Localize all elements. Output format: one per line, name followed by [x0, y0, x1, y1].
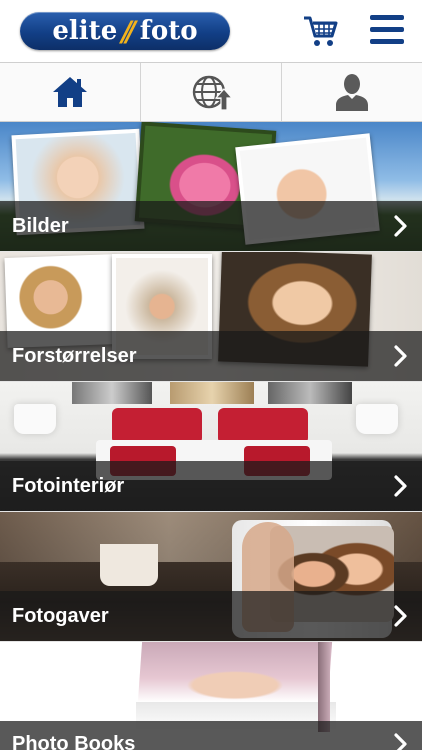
chevron-right-icon	[394, 733, 407, 750]
category-fotogaver[interactable]: Fotogaver	[0, 512, 422, 642]
tab-bar	[0, 62, 422, 122]
category-list: Bilder Forstørrelser Fotointeriør Fotoga…	[0, 122, 422, 750]
category-bar: Fotointeriør	[0, 461, 422, 511]
category-bilder[interactable]: Bilder	[0, 122, 422, 252]
category-photo-books[interactable]: Photo Books	[0, 642, 422, 750]
category-bar: Forstørrelser	[0, 331, 422, 381]
category-bar: Fotogaver	[0, 591, 422, 641]
logo-slashes: //	[121, 14, 136, 48]
category-forstorrelser[interactable]: Forstørrelser	[0, 252, 422, 382]
category-label: Photo Books	[12, 733, 136, 750]
category-label: Fotointeriør	[12, 474, 125, 497]
category-fotointerior[interactable]: Fotointeriør	[0, 382, 422, 512]
chevron-right-icon	[394, 215, 407, 237]
logo-text-foto: foto	[139, 16, 198, 46]
user-icon	[336, 74, 368, 111]
category-label: Fotogaver	[12, 604, 109, 627]
category-bar: Photo Books	[0, 721, 422, 750]
globe-upload-icon	[192, 75, 231, 111]
app-header: elite // foto	[0, 0, 422, 62]
chevron-right-icon	[394, 605, 407, 627]
hamburger-menu-icon[interactable]	[370, 15, 404, 45]
logo-text-elite: elite	[52, 16, 118, 46]
shopping-cart-icon[interactable]	[302, 12, 340, 50]
category-label: Forstørrelser	[12, 344, 137, 367]
category-bar: Bilder	[0, 201, 422, 251]
tab-profile[interactable]	[282, 63, 422, 121]
home-icon	[53, 77, 87, 107]
chevron-right-icon	[394, 345, 407, 367]
elitefoto-logo[interactable]: elite // foto	[20, 12, 230, 50]
chevron-right-icon	[394, 475, 407, 497]
tab-upload[interactable]	[141, 63, 282, 121]
tab-home[interactable]	[0, 63, 141, 121]
category-label: Bilder	[12, 214, 69, 237]
